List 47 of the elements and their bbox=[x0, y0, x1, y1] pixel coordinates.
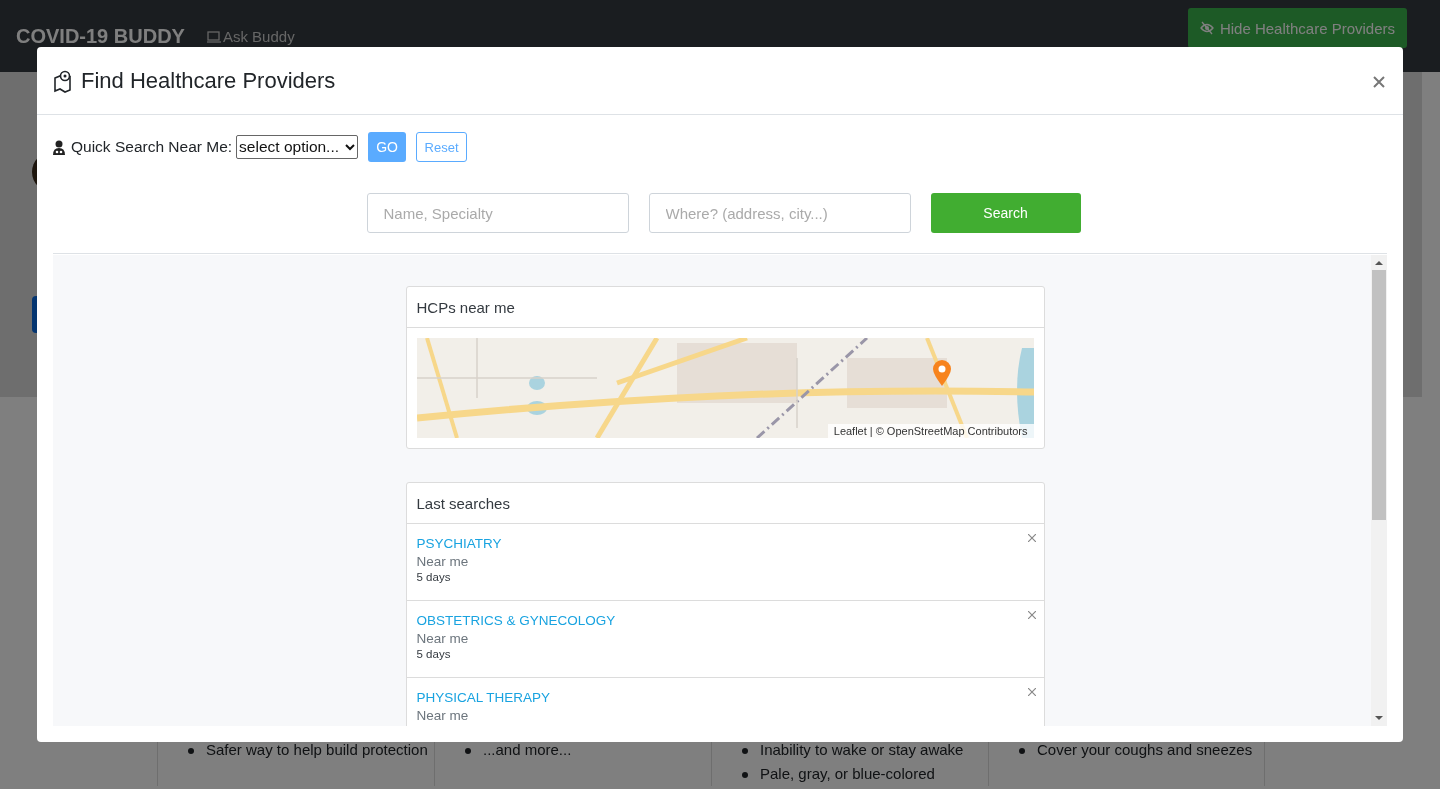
specialty-link[interactable]: OBSTETRICS & GYNECOLOGY bbox=[416, 613, 616, 628]
card-header: Last searches bbox=[406, 483, 1044, 524]
specialty-link[interactable]: PSYCHIATRY bbox=[416, 536, 502, 551]
ask-buddy-link[interactable]: Ask Buddy bbox=[206, 27, 295, 45]
eye-slash-icon bbox=[1199, 21, 1214, 35]
search-history-item[interactable]: PSYCHIATRY Near me 5 days bbox=[406, 524, 1044, 601]
attribution-text: | © OpenStreetMap Contributors bbox=[869, 425, 1028, 437]
reset-button[interactable]: Reset bbox=[416, 132, 468, 162]
scrollbar-thumb[interactable] bbox=[1372, 270, 1386, 520]
list-item: Safer way to help build protection bbox=[206, 740, 428, 760]
quick-search-label: Quick Search Near Me: bbox=[71, 138, 233, 156]
bullet-icon bbox=[742, 772, 748, 778]
modal-title: Find Healthcare Providers bbox=[81, 67, 336, 94]
time-ago: 5 days bbox=[416, 571, 451, 583]
search-history-item[interactable]: OBSTETRICS & GYNECOLOGY Near me 5 days bbox=[406, 601, 1044, 678]
specialty-link[interactable]: PHYSICAL THERAPY bbox=[416, 690, 551, 705]
scroll-down-icon[interactable] bbox=[1375, 716, 1383, 721]
remove-icon[interactable] bbox=[1027, 611, 1036, 619]
hide-providers-button[interactable]: Hide Healthcare Providers bbox=[1187, 8, 1407, 48]
remove-icon[interactable] bbox=[1027, 534, 1036, 542]
brand-name[interactable]: COVID-19 BUDDY bbox=[16, 24, 185, 48]
bullet-icon bbox=[188, 748, 194, 754]
map-pin-icon bbox=[932, 360, 951, 386]
card-header: HCPs near me bbox=[406, 287, 1044, 328]
bullet-icon bbox=[465, 748, 471, 754]
location-text: Near me bbox=[416, 708, 469, 723]
location-field[interactable]: Where? (address, city...) bbox=[648, 193, 911, 233]
name-specialty-field[interactable]: Name, Specialty bbox=[366, 193, 629, 233]
bullet-icon bbox=[742, 748, 748, 754]
list-item: Inability to wake or stay awake bbox=[760, 740, 964, 760]
scrollbar[interactable] bbox=[1371, 255, 1387, 726]
list-item: ...and more... bbox=[483, 740, 572, 760]
search-button[interactable]: Search bbox=[930, 193, 1081, 233]
list-item: Pale, gray, or blue-colored bbox=[760, 764, 935, 784]
bullet-icon bbox=[1019, 748, 1025, 754]
go-button[interactable]: GO bbox=[368, 132, 407, 162]
leaflet-link[interactable]: Leaflet bbox=[833, 425, 867, 437]
search-history-item[interactable]: PHYSICAL THERAPY Near me bbox=[406, 678, 1044, 726]
list-item: Cover your coughs and sneezes bbox=[1037, 740, 1253, 760]
location-text: Near me bbox=[416, 554, 469, 569]
chevron-down-icon bbox=[345, 143, 356, 151]
doctor-icon bbox=[53, 139, 65, 155]
remove-icon[interactable] bbox=[1027, 688, 1036, 696]
scroll-up-icon[interactable] bbox=[1375, 260, 1383, 265]
location-text: Near me bbox=[416, 631, 469, 646]
option-select[interactable]: select option... bbox=[236, 135, 359, 159]
time-ago: 5 days bbox=[416, 648, 451, 660]
